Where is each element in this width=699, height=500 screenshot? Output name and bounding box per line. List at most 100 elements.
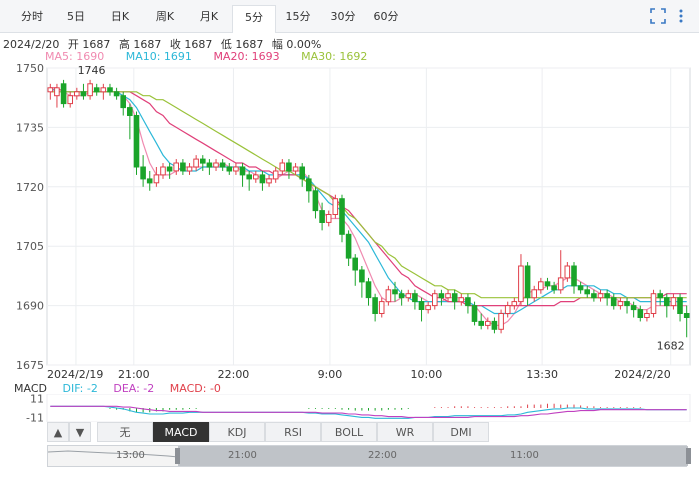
candle [624, 297, 630, 314]
candle [140, 155, 146, 187]
candle [87, 79, 93, 100]
candle [458, 293, 465, 306]
candle-body-down [637, 309, 644, 319]
candle-body-up [213, 162, 219, 168]
candle [345, 230, 352, 266]
candle-body-down [412, 293, 418, 303]
candle-body-up [445, 293, 451, 299]
candle-body-up [47, 87, 54, 93]
tab-fenshi[interactable]: 分时 [14, 5, 50, 29]
candle-body-up [425, 305, 431, 311]
candle-body-up [266, 178, 272, 184]
candle [213, 159, 219, 171]
candle [418, 297, 425, 322]
candle-body-down [365, 281, 372, 299]
scroll-up-button[interactable]: ▲ [47, 422, 69, 442]
candle [233, 163, 239, 175]
candle [683, 305, 690, 338]
candle-body-down [206, 162, 213, 168]
candle-body-down [226, 166, 233, 172]
range-scroller[interactable]: 13:00 21:00 22:00 11:00 [47, 445, 691, 467]
indicator-tab-boll[interactable]: BOLL [321, 422, 377, 442]
candle [60, 79, 67, 108]
tab-60min[interactable]: 60分 [368, 5, 404, 29]
candle-body-down [352, 257, 358, 271]
macd-chart: 11-11 [26, 394, 691, 422]
candle [279, 159, 286, 175]
candle [193, 155, 199, 171]
candle [259, 170, 266, 191]
candle-body-down [610, 297, 617, 307]
candle [571, 262, 577, 294]
candle [438, 289, 445, 306]
min-price-label: 1682 [657, 339, 685, 352]
tab-day-k[interactable]: 日K [104, 5, 136, 29]
y-tick-label: 1675 [16, 359, 44, 372]
indicator-tab-none[interactable]: 无 [97, 422, 153, 442]
candle-body-down [299, 166, 305, 180]
candle [332, 194, 339, 219]
candle [557, 250, 564, 294]
candle [239, 163, 246, 187]
candle-body-up [253, 174, 259, 180]
tab-15min[interactable]: 15分 [280, 5, 316, 29]
tab-month-k[interactable]: 月K [192, 5, 226, 29]
indicator-tab-wr[interactable]: WR [377, 422, 433, 442]
candle-body-down [438, 293, 445, 299]
candle [597, 289, 604, 302]
candle [246, 170, 252, 191]
macd-dea-line [50, 405, 687, 418]
candle-body-down [180, 162, 186, 172]
candle-body-up [193, 158, 199, 168]
indicator-tab-macd[interactable]: MACD [153, 422, 209, 442]
tab-week-k[interactable]: 周K [148, 5, 182, 29]
candle-body-down [392, 289, 398, 295]
indicator-tab-rsi[interactable]: RSI [265, 422, 321, 442]
candle [54, 83, 60, 108]
indicator-tab-kdj[interactable]: KDJ [209, 422, 265, 442]
macd-y-tick-label: 11 [30, 394, 44, 406]
candle [359, 266, 365, 298]
candle [74, 87, 80, 100]
candle [584, 285, 591, 298]
candle [206, 159, 213, 175]
tab-5min[interactable]: 5分 [232, 5, 276, 33]
tab-30min[interactable]: 30分 [325, 5, 361, 29]
scroller-label: 13:00 [116, 450, 145, 461]
candle-body-up [405, 293, 412, 299]
candle-body-up [557, 277, 564, 291]
candlestick-chart[interactable]: 1750 1735 1720 1705 1690 16752024/2/19 21:00 22… [0, 60, 699, 380]
candle [491, 317, 498, 334]
candle-body-down [246, 174, 252, 180]
y-tick-label: 1690 [16, 300, 44, 313]
candle [504, 301, 511, 318]
candle-body-down [657, 293, 664, 299]
tab-5day[interactable]: 5日 [60, 5, 92, 29]
scroller-label: 11:00 [510, 450, 539, 461]
candle-body-up [54, 87, 60, 97]
fullscreen-icon[interactable] [650, 8, 666, 24]
candle-body-up [153, 174, 160, 184]
indicator-tab-dmi[interactable]: DMI [433, 422, 489, 442]
candle [153, 167, 160, 187]
candle [670, 293, 677, 310]
candle-body-up [332, 198, 339, 215]
candle [451, 289, 458, 310]
y-tick-label: 1705 [16, 240, 44, 253]
candle-body-down [577, 285, 584, 291]
candle-body-down [127, 107, 133, 116]
candle-body-down [683, 313, 690, 318]
candle [644, 309, 650, 322]
candle-body-up [504, 305, 511, 315]
candle-body-down [306, 178, 312, 192]
x-tick-label: 22:00 [218, 368, 250, 380]
candle-body-down [465, 297, 471, 307]
more-vertical-icon[interactable] [677, 8, 685, 24]
candle-body-down [451, 293, 458, 303]
scroller-right-handle[interactable] [686, 448, 691, 464]
ma30-line [50, 91, 687, 299]
scroller-left-handle[interactable] [175, 448, 180, 464]
candle [650, 289, 657, 318]
scroll-down-button[interactable]: ▼ [69, 422, 91, 442]
x-tick-label: 2024/2/19 [47, 368, 103, 380]
